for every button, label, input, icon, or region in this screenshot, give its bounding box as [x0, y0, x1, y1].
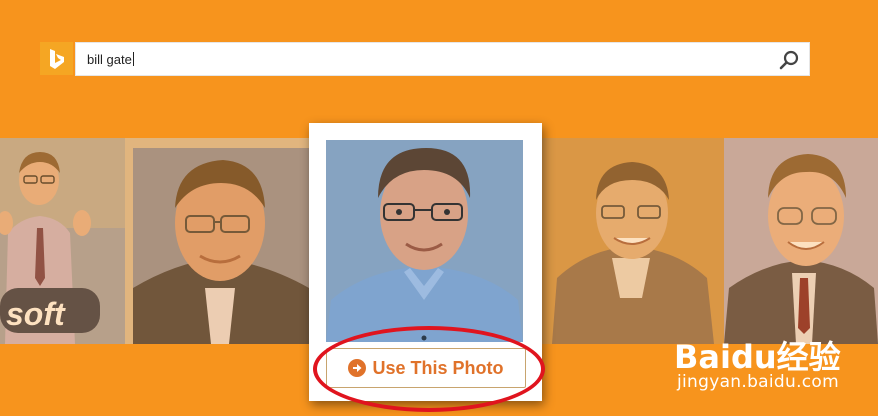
- thumbnail-5[interactable]: [724, 138, 878, 344]
- watermark-brand: Baidu经验: [674, 338, 841, 376]
- selected-photo[interactable]: [326, 140, 523, 342]
- baidu-watermark: Baidu经验 jingyan.baidu.com: [672, 326, 872, 396]
- use-this-photo-button[interactable]: Use This Photo: [326, 348, 526, 388]
- arrow-right-circle-icon: [348, 359, 367, 377]
- text-caret: [132, 52, 134, 66]
- selected-photo-card: Use This Photo: [309, 123, 542, 401]
- watermark-url: jingyan.baidu.com: [677, 372, 839, 392]
- thumbnail-1[interactable]: soft: [0, 138, 125, 344]
- thumbnail-2[interactable]: [125, 138, 309, 344]
- search-input[interactable]: bill gate: [75, 42, 810, 76]
- bing-logo-icon[interactable]: [40, 42, 73, 75]
- thumbnail-4[interactable]: [542, 138, 724, 344]
- search-query: bill gate: [87, 52, 134, 67]
- use-this-photo-label: Use This Photo: [372, 357, 504, 378]
- search-icon[interactable]: [779, 50, 799, 70]
